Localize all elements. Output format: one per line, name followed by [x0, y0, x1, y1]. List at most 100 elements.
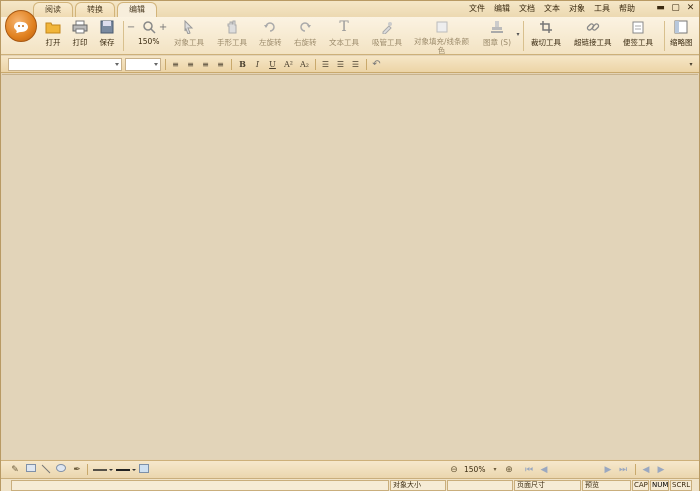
save-disk-icon — [99, 19, 115, 35]
font-size-select[interactable] — [125, 58, 161, 71]
toolbar-separator — [87, 464, 88, 475]
toolbar-separator — [165, 59, 166, 70]
zoom-out-circle-icon[interactable]: ⊖ — [448, 464, 460, 476]
toolbar-separator — [231, 59, 232, 70]
tab-convert[interactable]: 转换 — [75, 2, 115, 17]
align-left-icon[interactable]: ≡ — [169, 58, 182, 71]
stamp-button[interactable]: 图章 (S) — [483, 19, 511, 48]
app-logo-icon[interactable] — [5, 10, 37, 42]
window-controls: ▬ ▢ ✕ — [654, 2, 697, 14]
line-spacing-2-icon[interactable]: ☰ — [334, 58, 347, 71]
print-button[interactable]: 打印 — [72, 19, 88, 48]
menu-document[interactable]: 文档 — [519, 3, 535, 14]
menu-tools[interactable]: 工具 — [594, 3, 610, 14]
next-page-icon[interactable]: ▶ — [602, 464, 614, 476]
tab-read[interactable]: 阅读 — [33, 2, 73, 17]
ribbon-separator — [123, 21, 124, 51]
rotate-right-icon — [297, 19, 313, 35]
crop-tool-button[interactable]: 裁切工具 — [531, 19, 561, 48]
text-t-icon: T — [339, 19, 349, 35]
line-spacing-1-icon[interactable]: ☰ — [319, 58, 332, 71]
num-indicator: NUM — [650, 480, 669, 491]
zoom-in-button[interactable]: + — [159, 19, 167, 37]
text-tool-button[interactable]: T 文本工具 — [329, 19, 359, 48]
plus-icon: + — [158, 21, 168, 33]
note-tool-button[interactable]: 便签工具 — [623, 19, 653, 48]
back-view-icon[interactable]: ◀ — [640, 464, 652, 476]
hand-icon — [224, 19, 240, 35]
zoom-in-circle-icon[interactable]: ⊕ — [503, 464, 515, 476]
rotate-left-icon — [262, 19, 278, 35]
zoom-level[interactable]: 150% — [464, 464, 485, 476]
maximize-button[interactable]: ▢ — [669, 2, 682, 14]
rectangle-icon[interactable] — [25, 464, 37, 476]
line-spacing-3-icon[interactable]: ☰ — [349, 58, 362, 71]
toolbar-overflow-chevron-icon[interactable]: ▾ — [686, 58, 696, 71]
pencil-icon[interactable]: ✎ — [9, 464, 21, 476]
rotate-left-button[interactable]: 左旋转 — [259, 19, 282, 48]
underline-button[interactable]: U — [266, 58, 279, 71]
first-page-icon[interactable]: ⏮ — [523, 464, 535, 476]
menu-object[interactable]: 对象 — [569, 3, 585, 14]
forward-view-icon[interactable]: ▶ — [655, 464, 667, 476]
line-icon[interactable] — [40, 464, 52, 476]
object-tool-button[interactable]: 对象工具 — [174, 19, 204, 48]
thumbnail-icon — [673, 19, 689, 35]
undo-icon[interactable]: ↶ — [370, 58, 383, 71]
cap-indicator: CAP — [632, 480, 649, 491]
last-page-icon[interactable]: ⏭ — [617, 464, 629, 476]
chevron-down-icon: ▾ — [516, 30, 520, 38]
menu-file[interactable]: 文件 — [469, 3, 485, 14]
eyedropper-button[interactable]: 吸管工具 — [372, 19, 402, 48]
app-window: 阅读 转换 编辑 文件 编辑 文档 文本 对象 工具 帮助 ▬ ▢ ✕ 打开 打 — [0, 0, 700, 491]
bold-button[interactable]: B — [236, 58, 249, 71]
status-message — [11, 480, 389, 491]
previous-page-icon[interactable]: ◀ — [538, 464, 550, 476]
printer-icon — [72, 19, 88, 35]
rotate-right-button[interactable]: 右旋转 — [294, 19, 317, 48]
zoom-out-button[interactable]: − — [127, 19, 135, 37]
pen-icon[interactable]: ✒ — [71, 464, 83, 476]
superscript-button[interactable]: A² — [282, 58, 295, 71]
close-button[interactable]: ✕ — [684, 2, 697, 14]
menu-help[interactable]: 帮助 — [619, 3, 635, 14]
subscript-button[interactable]: A₂ — [298, 58, 311, 71]
document-canvas[interactable] — [2, 74, 698, 459]
font-family-select[interactable] — [8, 58, 122, 71]
zoom-dropdown-chevron-icon[interactable]: ▾ — [489, 464, 501, 476]
stamp-dropdown[interactable]: ▾ — [515, 31, 521, 39]
hand-tool-button[interactable]: 手形工具 — [217, 19, 247, 48]
thumbnail-button[interactable]: 缩略图 — [670, 19, 693, 48]
title-bar: 阅读 转换 编辑 文件 编辑 文档 文本 对象 工具 帮助 ▬ ▢ ✕ — [1, 1, 699, 17]
italic-button[interactable]: I — [251, 58, 264, 71]
line-width-select[interactable] — [115, 464, 137, 476]
fill-line-color-button[interactable]: 对象填充/线条颜 色 — [414, 19, 469, 55]
zoom-value[interactable]: 150% — [138, 37, 159, 46]
eyedropper-icon — [379, 19, 395, 35]
menu-bar: 文件 编辑 文档 文本 对象 工具 帮助 — [469, 3, 635, 14]
hyperlink-tool-button[interactable]: 超链接工具 — [574, 19, 612, 48]
align-right-icon[interactable]: ≡ — [199, 58, 212, 71]
cursor-arrow-icon — [181, 19, 197, 35]
menu-edit[interactable]: 编辑 — [494, 3, 510, 14]
magnifier-icon[interactable] — [141, 19, 157, 35]
ribbon-toolbar: 打开 打印 保存 − 150% + 对象工具 手形工具 左旋转 右旋转 T 文本… — [1, 17, 699, 55]
image-icon[interactable] — [138, 464, 150, 476]
chevron-down-icon — [154, 63, 158, 66]
toolbar-separator — [315, 59, 316, 70]
tab-edit[interactable]: 编辑 — [117, 2, 157, 17]
save-button[interactable]: 保存 — [99, 19, 115, 48]
line-style-select[interactable] — [92, 464, 114, 476]
crop-icon — [538, 19, 554, 35]
menu-text[interactable]: 文本 — [544, 3, 560, 14]
minimize-button[interactable]: ▬ — [654, 2, 667, 14]
align-justify-icon[interactable]: ≡ — [214, 58, 227, 71]
page-size-label: 页面尺寸 — [514, 480, 581, 491]
align-center-icon[interactable]: ≡ — [184, 58, 197, 71]
zoom-group: 150% — [138, 19, 159, 46]
format-toolbar: ≡ ≡ ≡ ≡ B I U A² A₂ ☰ ☰ ☰ ↶ ▾ — [1, 56, 699, 73]
status-blank-cell — [447, 480, 513, 491]
toolbar-separator — [366, 59, 367, 70]
open-button[interactable]: 打开 — [45, 19, 61, 48]
ellipse-icon[interactable] — [55, 464, 67, 476]
